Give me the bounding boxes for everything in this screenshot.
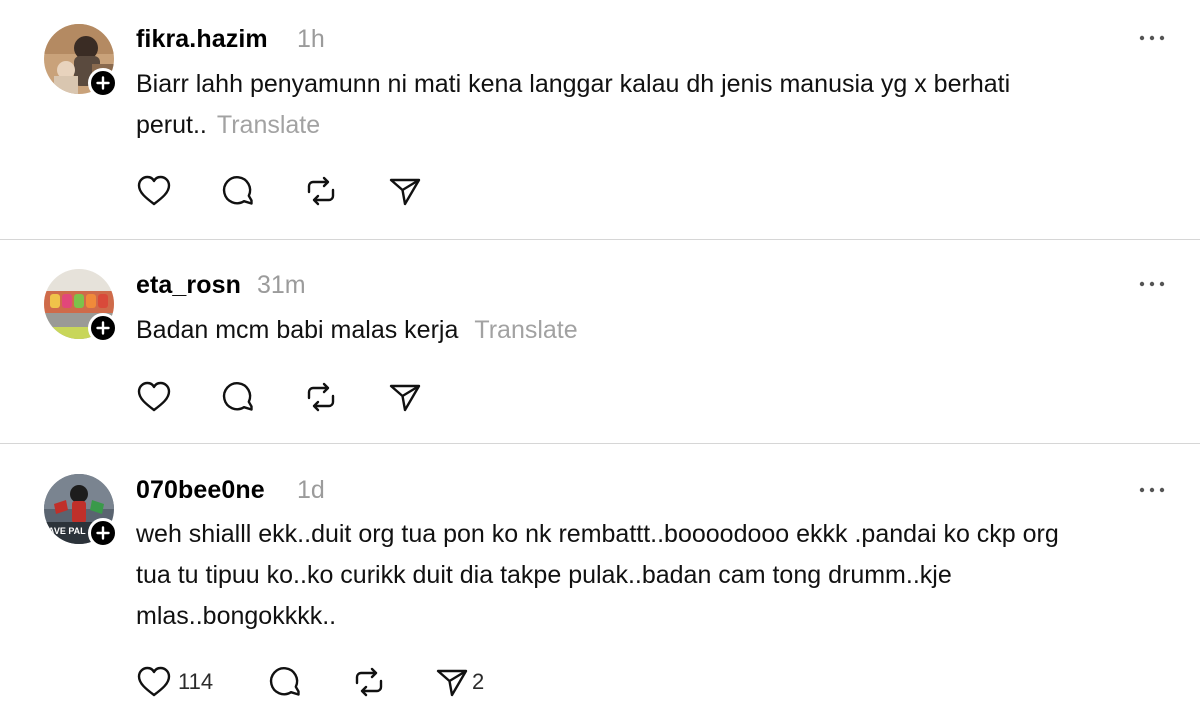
- like-button[interactable]: [136, 380, 172, 414]
- heart-icon: [137, 381, 171, 412]
- send-icon: [389, 384, 421, 412]
- reply-button[interactable]: [220, 174, 256, 208]
- avatar-3[interactable]: AVE PAL: [44, 474, 118, 548]
- username[interactable]: eta_rosn: [136, 271, 241, 300]
- more-icon[interactable]: [1138, 485, 1166, 495]
- post-1: fikra.hazim 1h Biarr lahh penyamunn ni m…: [0, 0, 1200, 240]
- avatar-logo-text: AVE PAL: [48, 526, 86, 536]
- post-text: Badan mcm babi malas kerja: [136, 316, 459, 344]
- repost-button[interactable]: [351, 665, 387, 699]
- comment-icon: [222, 382, 253, 411]
- heart-icon: [137, 666, 171, 697]
- follow-button[interactable]: [88, 68, 118, 98]
- share-button[interactable]: [387, 174, 423, 208]
- post-2: eta_rosn 31m Badan mcm babi malas kerja T…: [0, 240, 1200, 444]
- repost-icon: [307, 176, 335, 206]
- plus-icon: [96, 76, 110, 90]
- reply-button[interactable]: [220, 380, 256, 414]
- translate-link[interactable]: Translate: [217, 111, 320, 139]
- timestamp[interactable]: 1d: [297, 476, 325, 505]
- share-count: 2: [472, 669, 485, 694]
- avatar-2[interactable]: [44, 269, 118, 343]
- repost-button[interactable]: [303, 380, 339, 414]
- post-text: weh shialll ekk..duit org tua pon ko nk …: [136, 520, 1059, 630]
- comment-icon: [269, 667, 300, 696]
- like-button[interactable]: 114: [136, 665, 213, 699]
- plus-icon: [96, 321, 110, 335]
- username[interactable]: fikra.hazim: [136, 25, 268, 54]
- username[interactable]: 070bee0ne: [136, 476, 265, 505]
- timestamp[interactable]: 1h: [297, 25, 325, 54]
- follow-button[interactable]: [88, 313, 118, 343]
- share-button[interactable]: 2: [434, 665, 484, 699]
- send-icon: [389, 178, 421, 206]
- plus-icon: [96, 526, 110, 540]
- post-3: AVE PAL 070bee0ne 1d weh shialll ekk..du…: [0, 444, 1200, 715]
- comment-icon: [222, 176, 253, 205]
- more-icon[interactable]: [1138, 33, 1166, 43]
- repost-icon: [355, 667, 383, 697]
- post-text-block: weh shialll ekk..duit org tua pon ko nk …: [136, 514, 1076, 637]
- like-button[interactable]: [136, 174, 172, 208]
- send-icon: [436, 669, 468, 697]
- heart-icon: [137, 175, 171, 206]
- repost-icon: [307, 382, 335, 412]
- more-icon[interactable]: [1138, 279, 1166, 289]
- follow-button[interactable]: [88, 518, 118, 548]
- share-button[interactable]: [387, 380, 423, 414]
- like-count: 114: [178, 669, 214, 694]
- reply-button[interactable]: [267, 665, 303, 699]
- post-text-block: Biarr lahh penyamunn ni mati kena langga…: [136, 64, 1136, 146]
- repost-button[interactable]: [303, 174, 339, 208]
- post-text-block: Badan mcm babi malas kerja Translate: [136, 310, 1136, 351]
- avatar-1[interactable]: [44, 24, 118, 98]
- timestamp[interactable]: 31m: [257, 271, 306, 300]
- translate-link[interactable]: Translate: [474, 316, 577, 344]
